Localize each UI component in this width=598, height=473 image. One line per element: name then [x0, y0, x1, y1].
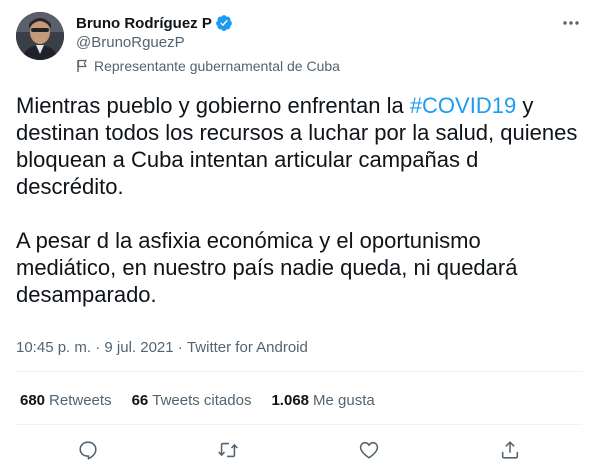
tweet-text-segment: Mientras pueblo y gobierno enfrentan la	[16, 93, 410, 118]
author-name[interactable]: Bruno Rodríguez P	[76, 15, 212, 32]
action-bar	[0, 434, 598, 466]
engagement-stats: 680 Retweets 66 Tweets citados 1.068 Me …	[20, 388, 395, 412]
retweets-count: 680	[20, 391, 46, 409]
tweet-meta: 10:45 p. m. · 9 jul. 2021 · Twitter for …	[16, 337, 308, 357]
verified-badge-icon	[215, 14, 233, 32]
flag-icon	[76, 59, 88, 73]
likes-stat[interactable]: 1.068 Me gusta	[271, 392, 374, 409]
avatar[interactable]	[16, 12, 64, 60]
quotes-label: Tweets citados	[152, 391, 252, 409]
government-label[interactable]: Representante gubernamental de Cuba	[76, 58, 340, 74]
meta-separator: ·	[173, 338, 187, 356]
meta-separator: ·	[91, 338, 105, 356]
likes-label: Me gusta	[313, 391, 375, 409]
retweets-label: Retweets	[49, 391, 112, 409]
tweet-paragraph-1: Mientras pueblo y gobierno enfrentan la …	[16, 92, 582, 200]
author-handle[interactable]: @BrunoRguezP	[76, 34, 185, 51]
government-label-text: Representante gubernamental de Cuba	[94, 58, 340, 74]
more-options-icon[interactable]	[558, 12, 584, 34]
tweet-time[interactable]: 10:45 p. m.	[16, 339, 91, 356]
tweet-paragraph-2: A pesar d la asfixia económica y el opor…	[16, 228, 518, 307]
tweet: Bruno Rodríguez P @BrunoRguezP Represent…	[0, 0, 598, 473]
tweet-date[interactable]: 9 jul. 2021	[104, 339, 173, 356]
likes-count: 1.068	[271, 391, 310, 409]
share-icon[interactable]	[493, 434, 527, 466]
like-icon[interactable]	[352, 434, 386, 466]
hashtag-link[interactable]: #COVID19	[410, 93, 516, 118]
author-name-row[interactable]: Bruno Rodríguez P	[76, 12, 233, 34]
retweets-stat[interactable]: 680 Retweets	[20, 392, 112, 409]
tweet-source[interactable]: Twitter for Android	[187, 339, 308, 356]
retweet-icon[interactable]	[211, 434, 245, 466]
quotes-stat[interactable]: 66 Tweets citados	[132, 392, 252, 409]
quotes-count: 66	[131, 391, 149, 409]
reply-icon[interactable]	[71, 434, 105, 466]
divider	[16, 371, 582, 372]
tweet-text: Mientras pueblo y gobierno enfrentan la …	[16, 92, 582, 308]
divider	[16, 424, 582, 425]
